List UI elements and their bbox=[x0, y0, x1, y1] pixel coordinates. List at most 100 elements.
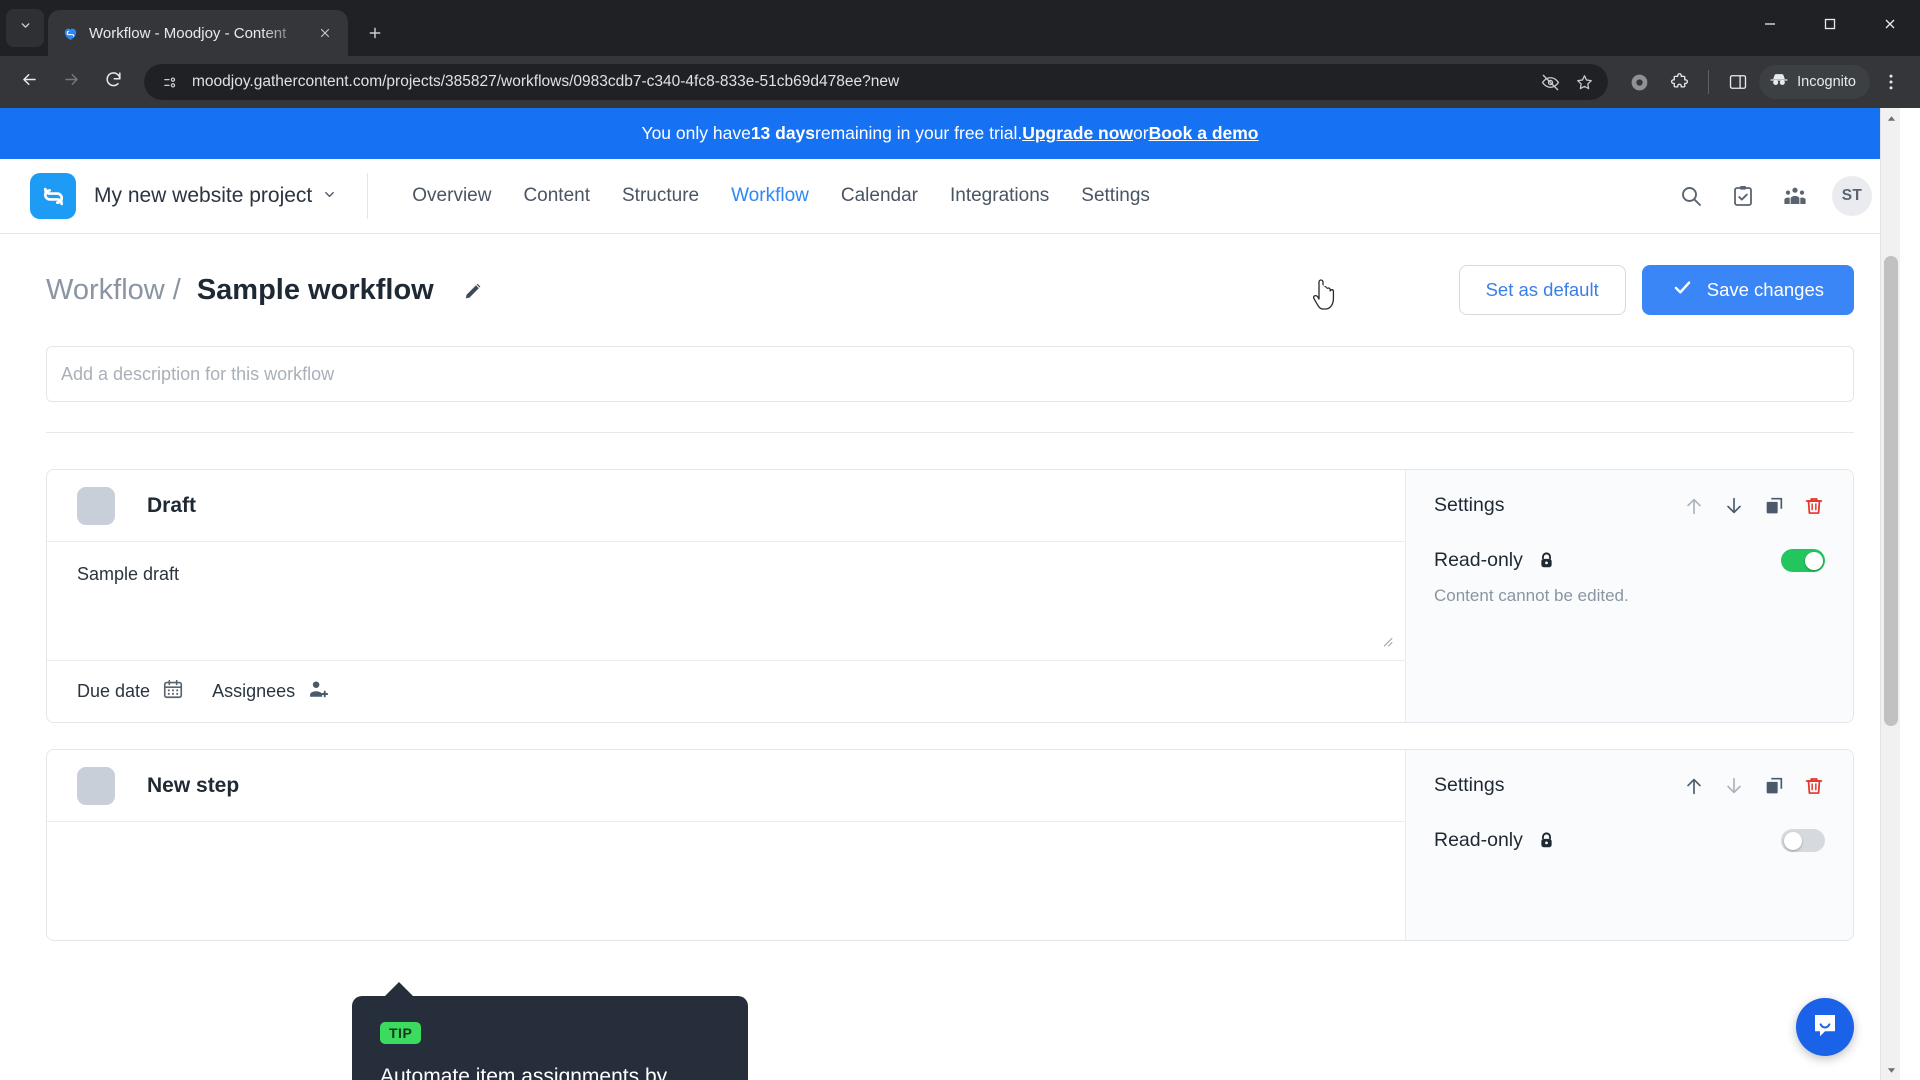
incognito-hat-icon bbox=[1769, 70, 1789, 94]
readonly-toggle[interactable] bbox=[1781, 829, 1825, 852]
minimize-button[interactable] bbox=[1740, 0, 1800, 48]
intercom-launcher-button[interactable] bbox=[1796, 998, 1854, 1056]
chat-bubble-icon bbox=[1810, 1010, 1840, 1045]
tab-strip: Workflow - Moodjoy - Content bbox=[0, 0, 1920, 56]
resize-handle-icon[interactable] bbox=[1380, 634, 1393, 650]
step-main: Draft Sample draft Due date Assignees bbox=[47, 470, 1405, 722]
search-icon[interactable] bbox=[1676, 181, 1706, 211]
workflow-steps: Draft Sample draft Due date Assignees Se… bbox=[46, 433, 1854, 941]
nav-item-calendar[interactable]: Calendar bbox=[825, 185, 934, 207]
page-title: Sample workflow bbox=[196, 273, 434, 306]
app-header: My new website project Overview Content … bbox=[0, 159, 1900, 234]
reload-icon bbox=[104, 70, 123, 94]
page-info-icon[interactable] bbox=[158, 70, 182, 94]
browser-tab[interactable]: Workflow - Moodjoy - Content bbox=[48, 10, 348, 56]
avatar[interactable]: ST bbox=[1832, 176, 1872, 216]
workflow-step-card: Draft Sample draft Due date Assignees Se… bbox=[46, 469, 1854, 723]
trash-icon[interactable] bbox=[1803, 495, 1825, 517]
address-bar[interactable]: moodjoy.gathercontent.com/projects/38582… bbox=[144, 64, 1609, 100]
step-color-swatch[interactable] bbox=[77, 486, 115, 525]
scrollbar-thumb[interactable] bbox=[1884, 256, 1898, 726]
new-tab-button[interactable] bbox=[358, 16, 392, 50]
chevron-down-icon bbox=[19, 19, 32, 37]
header-actions: ST bbox=[1676, 176, 1872, 216]
set-as-default-button[interactable]: Set as default bbox=[1458, 265, 1626, 315]
step-name[interactable]: Draft bbox=[147, 494, 196, 518]
back-button[interactable] bbox=[10, 63, 48, 101]
gathercontent-logo[interactable] bbox=[30, 173, 76, 219]
arrow-up-icon[interactable] bbox=[1683, 775, 1705, 797]
window-controls bbox=[1740, 0, 1920, 48]
project-selector[interactable]: My new website project bbox=[94, 184, 337, 208]
assignees-label: Assignees bbox=[212, 681, 296, 701]
trial-middle: remaining in your free trial. bbox=[815, 123, 1023, 143]
toolbar-right-group: Incognito bbox=[1620, 63, 1910, 101]
book-demo-link[interactable]: Book a demo bbox=[1149, 123, 1259, 144]
plus-icon bbox=[367, 20, 383, 47]
tab-search-button[interactable] bbox=[6, 9, 44, 47]
add-person-icon bbox=[307, 678, 330, 706]
step-color-swatch[interactable] bbox=[77, 766, 115, 805]
tip-badge: TIP bbox=[380, 1022, 422, 1044]
duplicate-icon[interactable] bbox=[1763, 775, 1785, 797]
readonly-label: Read-only bbox=[1434, 549, 1523, 571]
arrow-up-icon[interactable] bbox=[1683, 495, 1705, 517]
forward-button[interactable] bbox=[52, 63, 90, 101]
nav-item-structure[interactable]: Structure bbox=[606, 185, 715, 207]
tip-text: Automate item assignments by assigning p… bbox=[380, 1065, 668, 1080]
scroll-down-arrow-icon[interactable] bbox=[1881, 1060, 1901, 1080]
toggle-knob bbox=[1804, 551, 1823, 570]
workflow-description-input[interactable] bbox=[46, 346, 1854, 402]
url-text: moodjoy.gathercontent.com/projects/38582… bbox=[192, 73, 900, 90]
reload-button[interactable] bbox=[94, 63, 132, 101]
readonly-hint: Content cannot be edited. bbox=[1434, 586, 1629, 605]
settings-actions bbox=[1683, 495, 1825, 517]
due-date-field[interactable]: Due date bbox=[77, 678, 202, 705]
workflow-step-card: New step Settings Read-only bbox=[46, 749, 1854, 941]
window-close-button[interactable] bbox=[1860, 0, 1920, 48]
nav-item-overview[interactable]: Overview bbox=[396, 185, 507, 207]
lock-icon bbox=[1537, 551, 1556, 570]
clipboard-check-icon[interactable] bbox=[1728, 181, 1758, 211]
duplicate-icon[interactable] bbox=[1763, 495, 1785, 517]
readonly-row: Read-only bbox=[1434, 829, 1825, 852]
extensions-puzzle-icon[interactable] bbox=[1660, 63, 1698, 101]
step-name[interactable]: New step bbox=[147, 774, 239, 798]
main-nav: Overview Content Structure Workflow Cale… bbox=[396, 185, 1166, 207]
settings-header: Settings bbox=[1434, 774, 1825, 797]
check-icon bbox=[1672, 277, 1693, 303]
trash-icon[interactable] bbox=[1803, 775, 1825, 797]
upgrade-now-link[interactable]: Upgrade now bbox=[1022, 123, 1133, 144]
people-group-icon[interactable] bbox=[1780, 181, 1810, 211]
close-icon[interactable] bbox=[314, 22, 336, 44]
incognito-indicator[interactable]: Incognito bbox=[1759, 65, 1870, 99]
nav-item-integrations[interactable]: Integrations bbox=[934, 185, 1065, 207]
star-icon[interactable] bbox=[1572, 70, 1596, 94]
nav-item-settings[interactable]: Settings bbox=[1065, 185, 1166, 207]
maximize-button[interactable] bbox=[1800, 0, 1860, 48]
breadcrumb[interactable]: Workflow / bbox=[46, 274, 181, 307]
readonly-toggle[interactable] bbox=[1781, 549, 1825, 572]
puzzle-badge-icon[interactable] bbox=[1620, 63, 1658, 101]
trial-days: 13 days bbox=[750, 123, 816, 143]
arrow-down-icon[interactable] bbox=[1723, 495, 1745, 517]
incognito-label: Incognito bbox=[1797, 74, 1856, 90]
page-scrollbar[interactable] bbox=[1880, 108, 1900, 1080]
assignees-field[interactable]: Assignees bbox=[212, 678, 348, 706]
three-dot-menu-icon[interactable] bbox=[1872, 63, 1910, 101]
settings-actions bbox=[1683, 775, 1825, 797]
pencil-icon[interactable] bbox=[462, 279, 485, 302]
arrow-down-icon[interactable] bbox=[1723, 775, 1745, 797]
step-main: New step bbox=[47, 750, 1405, 940]
nav-item-content[interactable]: Content bbox=[507, 185, 606, 207]
nav-item-workflow[interactable]: Workflow bbox=[715, 185, 825, 207]
gathercontent-favicon bbox=[60, 23, 80, 43]
side-panel-icon[interactable] bbox=[1719, 63, 1757, 101]
save-changes-button[interactable]: Save changes bbox=[1641, 265, 1854, 315]
step-description[interactable]: Sample draft bbox=[77, 564, 1375, 585]
back-arrow-icon bbox=[20, 70, 39, 94]
title-actions: Set as default Save changes bbox=[1312, 265, 1854, 315]
step-header: Draft bbox=[47, 470, 1405, 542]
scroll-up-arrow-icon[interactable] bbox=[1881, 108, 1901, 128]
eye-slash-icon[interactable] bbox=[1538, 70, 1562, 94]
